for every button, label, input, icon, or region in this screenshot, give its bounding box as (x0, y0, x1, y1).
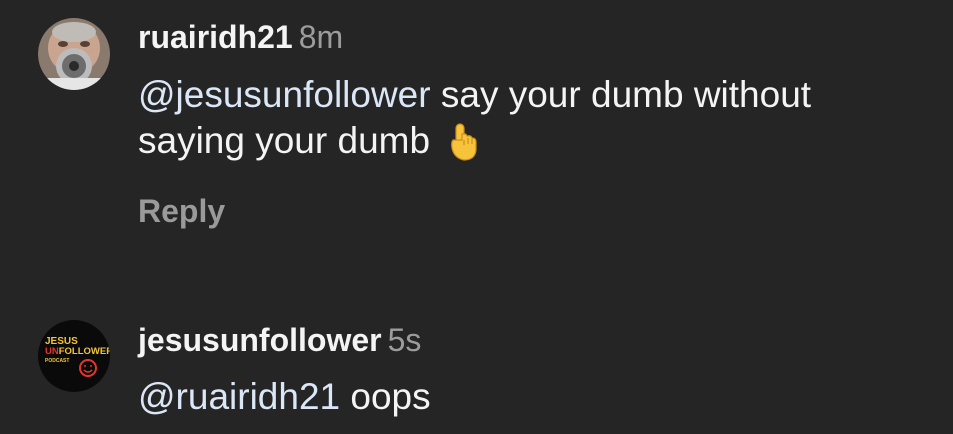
username[interactable]: ruairidh21 (138, 19, 293, 55)
comment-text: @jesusunfollower say your dumb without s… (138, 72, 938, 164)
comment-text: @ruairidh21 oops (138, 374, 938, 420)
reply-button[interactable]: Reply (138, 191, 225, 231)
comment-meta: jesusunfollower 5s (138, 320, 421, 360)
comment-line: @jesusunfollower say your dumb without (138, 72, 938, 118)
comment-line: saying your dumb (138, 118, 938, 164)
mention-link[interactable]: @ruairidh21 (138, 376, 340, 417)
comment-text-segment: saying your dumb (138, 120, 431, 161)
timestamp: 8m (298, 19, 344, 55)
comment-meta: ruairidh21 8m (138, 17, 343, 57)
comment-text-segment: say your dumb without (430, 74, 812, 115)
username[interactable]: jesusunfollower (138, 322, 382, 358)
logo-text: UNFOLLOWER (45, 346, 110, 357)
avatar[interactable] (38, 18, 110, 90)
comment-item: ruairidh21 8m @jesusunfollower say your d… (0, 0, 953, 260)
logo-text: PODCAST (45, 358, 69, 364)
mention-link[interactable]: @jesusunfollower (138, 74, 431, 115)
comment-item: JESUS UNFOLLOWER PODCAST jesusunfollower… (0, 300, 953, 434)
avatar[interactable]: JESUS UNFOLLOWER PODCAST (38, 320, 110, 392)
comment-text-segment: oops (340, 376, 431, 417)
pointing-up-hand-icon (444, 118, 484, 164)
comment-line: @ruairidh21 oops (138, 374, 938, 420)
timestamp: 5s (387, 322, 422, 358)
